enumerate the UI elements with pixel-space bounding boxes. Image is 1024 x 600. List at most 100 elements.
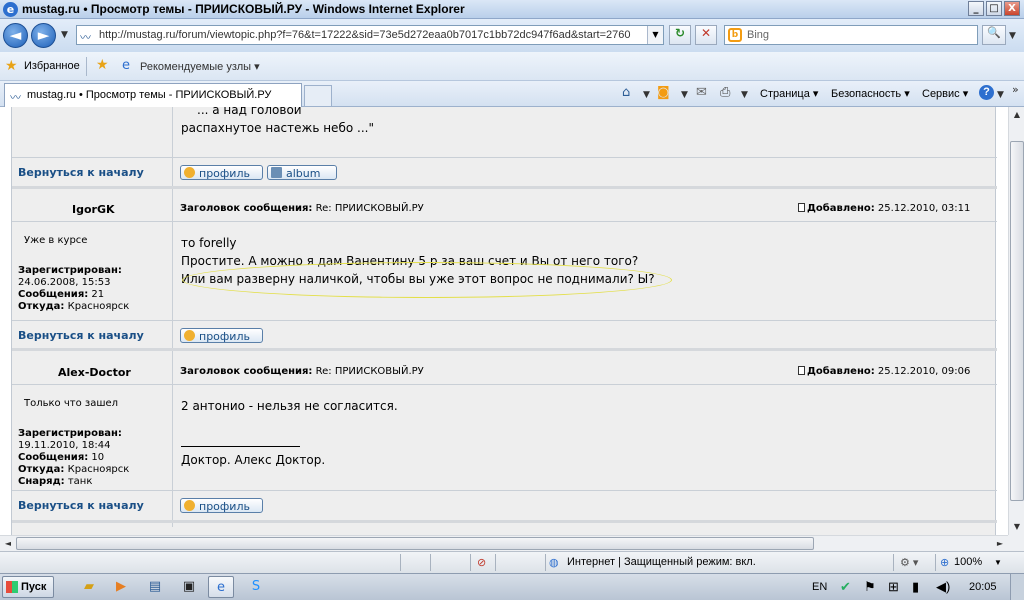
- search-placeholder[interactable]: Bing: [747, 29, 769, 41]
- skype-icon[interactable]: S: [243, 576, 269, 598]
- help-dropdown-icon[interactable]: ▼: [997, 90, 1004, 100]
- highlight-annotation: [182, 262, 672, 298]
- media-player-icon[interactable]: ▶: [108, 576, 134, 598]
- popup-blocked-icon[interactable]: ⊘: [477, 556, 486, 569]
- security-zone[interactable]: Интернет | Защищенный режим: вкл.: [567, 556, 756, 568]
- show-desktop-button[interactable]: [1010, 574, 1024, 600]
- antivirus-tray-icon[interactable]: ✔: [840, 579, 851, 595]
- maximize-button[interactable]: □: [986, 1, 1002, 16]
- post-subject: Заголовок сообщения: Re: ПРИИСКОВЫЙ.РУ: [180, 203, 424, 214]
- explorer-folder-icon[interactable]: ▰: [76, 576, 102, 598]
- post-link-icon[interactable]: [798, 203, 805, 212]
- profile-button[interactable]: профиль: [180, 498, 263, 513]
- profile-button[interactable]: профиль: [180, 165, 263, 180]
- rss-dropdown-icon[interactable]: ▼: [681, 90, 688, 100]
- horizontal-scroll-thumb[interactable]: [16, 537, 814, 550]
- post-body-line: 2 антонио - нельзя не согласится.: [181, 399, 398, 413]
- print-icon[interactable]: ⎙: [720, 85, 730, 100]
- protected-mode-icon[interactable]: ⚙ ▾: [900, 556, 918, 569]
- globe-icon: ◍: [549, 557, 559, 569]
- profile-icon: [184, 167, 195, 178]
- scroll-up-icon[interactable]: ▲: [1009, 107, 1024, 123]
- safety-menu[interactable]: Безопасность ▾: [831, 87, 910, 100]
- title-bar: e mustag.ru • Просмотр темы - ПРИИСКОВЫЙ…: [0, 0, 1024, 19]
- language-indicator[interactable]: EN: [812, 581, 827, 593]
- page-viewport: ... а над головой распахнутое настежь не…: [0, 107, 1008, 535]
- user-post-count: Сообщения: 21: [18, 289, 105, 300]
- stop-button[interactable]: ✕: [695, 25, 717, 45]
- prev-post-tail-line1: ... а над головой: [197, 107, 302, 117]
- tools-menu[interactable]: Сервис ▾: [922, 87, 968, 100]
- help-icon[interactable]: ?: [979, 85, 994, 100]
- post-signature: Доктор. Алекс Доктор.: [181, 453, 326, 467]
- browser-tab[interactable]: 〰 mustag.ru • Просмотр темы - ПРИИСКОВЫЙ…: [4, 83, 302, 107]
- close-button[interactable]: X: [1004, 1, 1020, 16]
- start-button[interactable]: Пуск: [2, 576, 54, 598]
- scroll-right-icon[interactable]: ►: [992, 536, 1008, 552]
- tab-label[interactable]: mustag.ru • Просмотр темы - ПРИИСКОВЫЙ.Р…: [27, 89, 271, 101]
- bing-icon: b: [728, 28, 742, 42]
- signal-tray-icon[interactable]: ▮: [912, 579, 919, 595]
- volume-icon[interactable]: ◀): [936, 579, 950, 595]
- vertical-scroll-thumb[interactable]: [1010, 141, 1024, 501]
- new-tab-button[interactable]: [304, 85, 332, 107]
- search-box[interactable]: b Bing: [724, 25, 978, 45]
- prev-post-tail-line2: распахнутое настежь небо ...": [181, 121, 374, 135]
- mail-icon[interactable]: ✉: [696, 85, 707, 100]
- vertical-scrollbar[interactable]: ▲ ▼: [1008, 107, 1024, 535]
- home-dropdown-icon[interactable]: ▼: [643, 90, 650, 100]
- profile-icon: [184, 330, 195, 341]
- taskbar: Пуск ▰ ▶ ▤ ▣ e S EN ✔ ⚑ ⊞ ▮ ◀) 20:05: [0, 573, 1024, 600]
- user-location: Откуда: Красноярск: [18, 464, 130, 475]
- search-options-icon[interactable]: ▼: [1009, 31, 1016, 41]
- post-link-icon[interactable]: [798, 366, 805, 375]
- forward-button[interactable]: ►: [31, 23, 56, 48]
- back-to-top-link[interactable]: Вернуться к началу: [18, 499, 144, 512]
- scroll-down-icon[interactable]: ▼: [1009, 519, 1024, 535]
- network-tray-icon[interactable]: ⊞: [888, 579, 899, 595]
- favorites-star-icon[interactable]: ★: [5, 58, 18, 74]
- print-dropdown-icon[interactable]: ▼: [741, 90, 748, 100]
- user-registered-label: Зарегистрирован:: [18, 265, 122, 276]
- horizontal-scrollbar[interactable]: ◄ ►: [0, 535, 1008, 551]
- album-button[interactable]: album: [267, 165, 337, 180]
- ie-logo-icon: e: [3, 2, 18, 17]
- zoom-level[interactable]: 100%: [954, 556, 982, 568]
- back-to-top-link[interactable]: Вернуться к началу: [18, 329, 144, 342]
- zoom-dropdown-icon[interactable]: ▼: [994, 558, 1002, 567]
- scroll-left-icon[interactable]: ◄: [0, 536, 16, 552]
- action-center-flag-icon[interactable]: ⚑: [864, 579, 876, 595]
- refresh-button[interactable]: ↻: [669, 25, 691, 45]
- document-icon[interactable]: ▤: [142, 576, 168, 598]
- status-bar: ⊘ ◍ Интернет | Защищенный режим: вкл. ⚙ …: [0, 551, 1024, 573]
- post-author[interactable]: IgorGK: [72, 203, 115, 216]
- album-icon: [271, 167, 282, 178]
- add-favorite-icon[interactable]: ★: [96, 57, 109, 73]
- address-dropdown-icon[interactable]: ▼: [647, 26, 663, 44]
- user-post-count: Сообщения: 10: [18, 452, 105, 463]
- profile-button[interactable]: профиль: [180, 328, 263, 343]
- search-button[interactable]: 🔍: [982, 25, 1006, 45]
- address-bar[interactable]: 〰 http://mustag.ru/forum/viewtopic.php?f…: [76, 25, 664, 45]
- chevron-more-icon[interactable]: »: [1012, 83, 1019, 96]
- scroll-corner: [1008, 535, 1024, 551]
- suggested-sites-button[interactable]: Рекомендуемые узлы ▾: [140, 60, 260, 73]
- rss-feed-icon[interactable]: ◙: [657, 85, 670, 100]
- command-prompt-icon[interactable]: ▣: [176, 576, 202, 598]
- back-to-top-link[interactable]: Вернуться к началу: [18, 166, 144, 179]
- user-location: Откуда: Красноярск: [18, 301, 130, 312]
- page-menu[interactable]: Страница ▾: [760, 87, 818, 100]
- favorites-button[interactable]: Избранное: [24, 60, 80, 72]
- site-favicon-icon: 〰: [80, 31, 91, 44]
- clock[interactable]: 20:05: [969, 581, 997, 593]
- back-button[interactable]: ◄: [3, 23, 28, 48]
- address-url[interactable]: http://mustag.ru/forum/viewtopic.php?f=7…: [99, 29, 630, 41]
- post-author[interactable]: Alex-Doctor: [58, 366, 131, 379]
- tab-favicon-icon: 〰: [10, 91, 21, 104]
- internet-explorer-task-icon[interactable]: e: [208, 576, 234, 598]
- home-icon[interactable]: ⌂: [622, 85, 630, 100]
- history-dropdown-icon[interactable]: ▼: [61, 30, 68, 40]
- command-bar: 〰 mustag.ru • Просмотр темы - ПРИИСКОВЫЙ…: [0, 81, 1024, 107]
- user-gear: Снаряд: танк: [18, 476, 93, 487]
- minimize-button[interactable]: _: [968, 1, 984, 16]
